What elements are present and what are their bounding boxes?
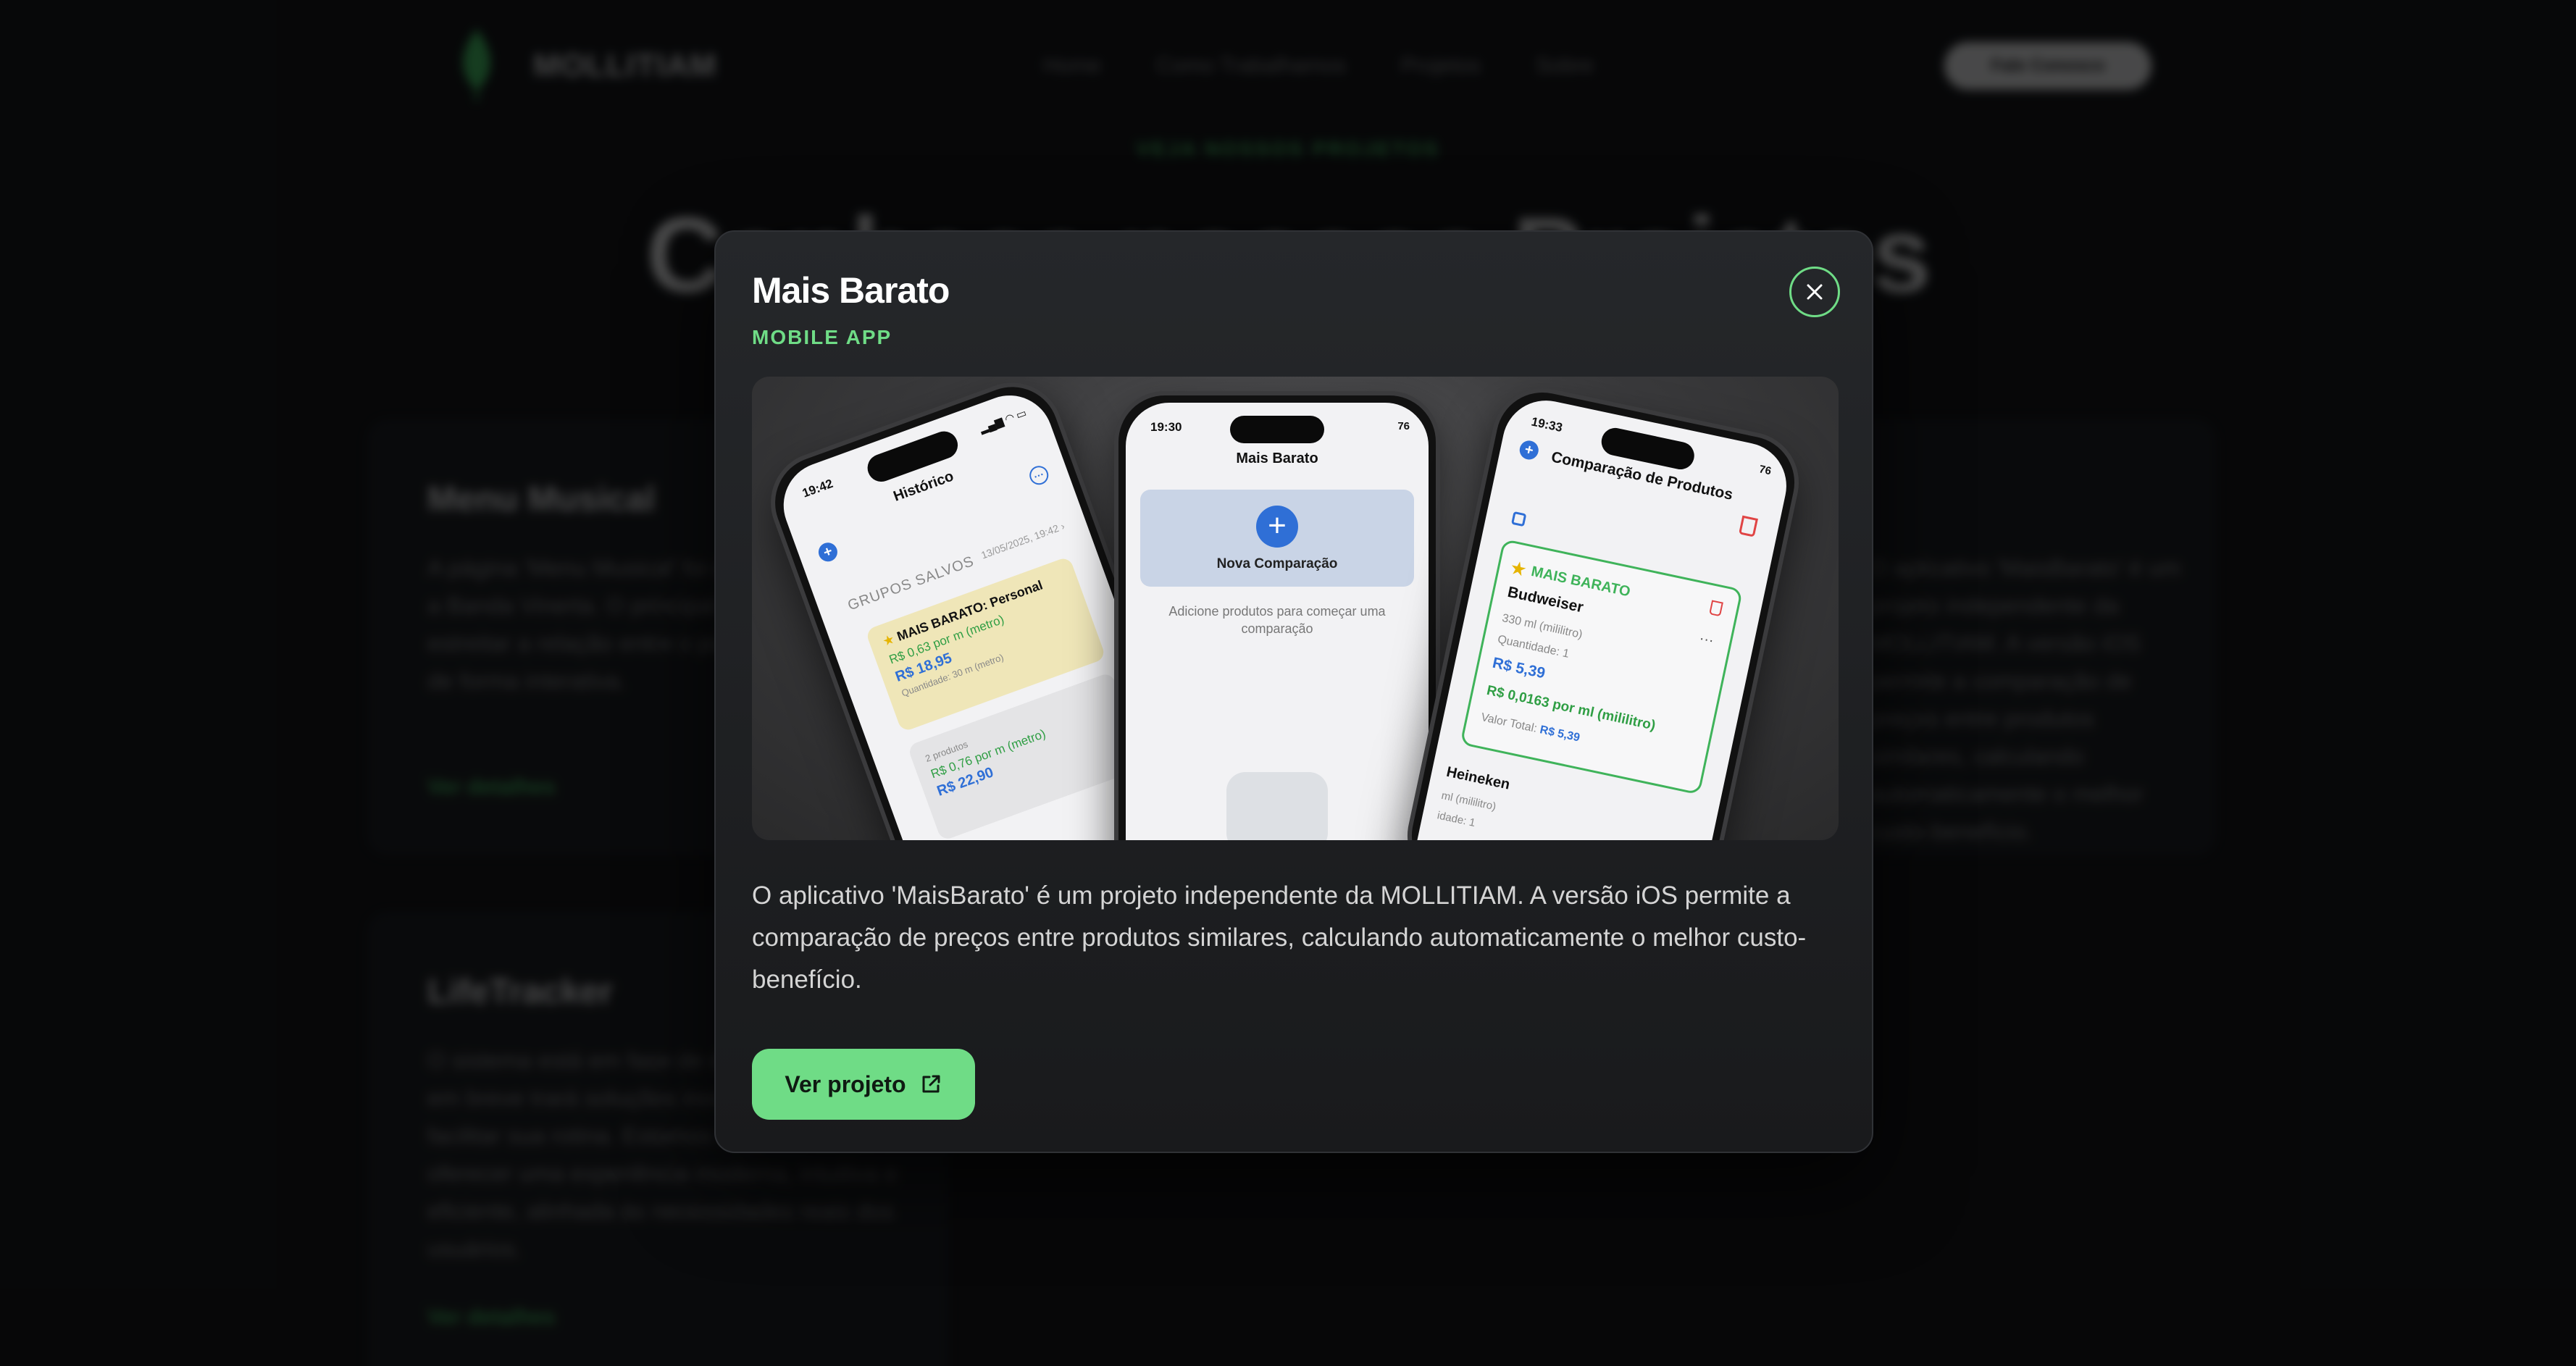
status-time: 19:30: [1150, 420, 1182, 434]
battery-level: 76: [1397, 420, 1410, 432]
modal-title: Mais Barato: [752, 270, 950, 311]
project-modal: Mais Barato MOBILE APP 19:42 ▂▄▆ ◠ ▭ His…: [714, 230, 1873, 1153]
status-time: 19:33: [1530, 414, 1564, 435]
ver-projeto-button[interactable]: Ver projeto: [752, 1049, 975, 1120]
product-name: Heineken: [1444, 763, 1512, 793]
new-comparison-label: Nova Comparação: [1216, 556, 1338, 571]
close-button[interactable]: [1789, 267, 1840, 317]
more-icon: ···: [1697, 630, 1715, 649]
trash-icon: [1739, 515, 1758, 537]
product-size: ml (mililitro): [1440, 789, 1497, 813]
phone-home: 19:30 76 Mais Barato + Nova Comparação A…: [1114, 391, 1440, 840]
product-price: R$ 5,39: [1491, 654, 1547, 682]
ver-projeto-label: Ver projeto: [785, 1070, 906, 1097]
screen-title: Mais Barato: [1236, 451, 1318, 466]
product-total: Valor Total: R$ 5,39: [1479, 711, 1581, 745]
status-icons: ▂▄▆ ◠ ▭: [977, 406, 1029, 435]
modal-description: O aplicativo 'MaisBarato' é um projeto i…: [752, 881, 1807, 994]
star-icon: ★: [1507, 556, 1529, 582]
close-icon: [1807, 284, 1823, 300]
star-icon: ★: [880, 631, 897, 650]
group-date: 13/05/2025, 19:42 ›: [979, 519, 1066, 561]
new-comparison-card: + Nova Comparação: [1140, 490, 1414, 587]
project-screenshot: 19:42 ▂▄▆ ◠ ▭ Histórico + ··· GRUPOS SAL…: [752, 377, 1839, 840]
status-time: 19:42: [800, 476, 835, 500]
modal-category: MOBILE APP: [752, 326, 892, 348]
dynamic-island: [1230, 416, 1324, 443]
phone-comparacao: 19:33 76 + Comparação de Produtos ★ MAIS…: [1397, 378, 1809, 840]
phone-screen: 19:30 76 Mais Barato + Nova Comparação A…: [1126, 403, 1429, 840]
battery-level: 76: [1757, 463, 1773, 478]
phone-screen: 19:33 76 + Comparação de Produtos ★ MAIS…: [1404, 392, 1795, 840]
trash-icon: [1709, 600, 1723, 617]
share-icon: [1510, 511, 1527, 527]
product-quantity: idade: 1: [1436, 809, 1477, 830]
external-link-icon: [922, 1075, 940, 1093]
cart-icon: [1226, 772, 1328, 840]
more-icon: ···: [1026, 463, 1051, 487]
plus-icon: +: [1256, 506, 1298, 548]
plus-icon: +: [816, 540, 840, 564]
empty-hint: Adicione produtos para começar uma compa…: [1168, 604, 1386, 636]
best-product-card: ★ MAIS BARATO Budweiser ··· 330 ml (mili…: [1460, 538, 1744, 795]
